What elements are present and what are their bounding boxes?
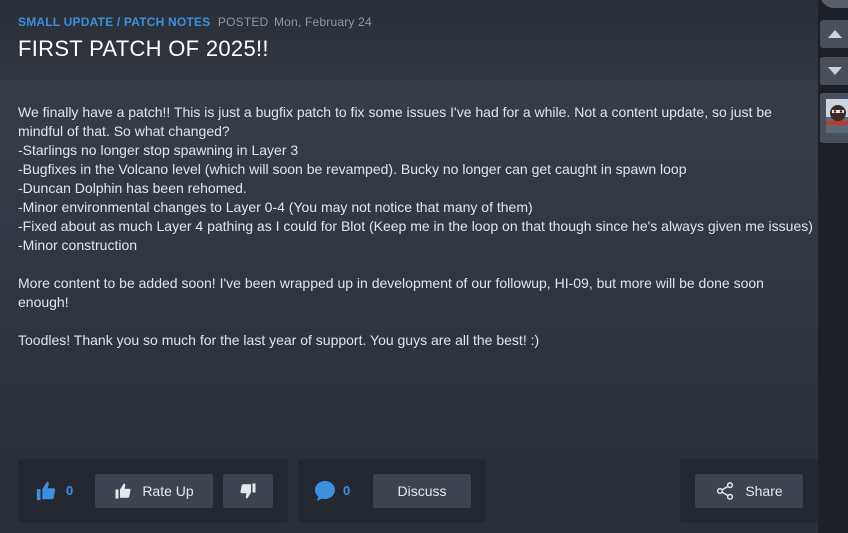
comment-box: 0 Discuss [298, 459, 486, 523]
body-line: -Minor construction [18, 237, 138, 253]
share-button[interactable]: Share [695, 474, 803, 508]
body-line: -Fixed about as much Layer 4 pathing as … [18, 218, 813, 234]
avatar-image [826, 99, 848, 133]
comment-bubble-icon [313, 479, 337, 503]
event-category[interactable]: SMALL UPDATE / PATCH NOTES [18, 15, 210, 29]
body-line: -Duncan Dolphin has been rehomed. [18, 180, 247, 196]
post-body: We finally have a patch!! This is just a… [18, 103, 813, 350]
body-line: -Bugfixes in the Volcano level (which wi… [18, 161, 687, 177]
body-line: -Starlings no longer stop spawning in La… [18, 142, 299, 158]
post-date: Mon, February 24 [273, 15, 372, 29]
rating-box: 0 Rate Up [18, 459, 288, 523]
body-paragraph: Toodles! Thank you so much for the last … [18, 332, 540, 348]
comment-count: 0 [343, 483, 351, 498]
scroll-down-button[interactable] [820, 57, 848, 85]
posted-label: POSTED [217, 15, 269, 29]
thumbs-up-icon [114, 482, 132, 500]
share-label: Share [745, 483, 783, 499]
triangle-down-icon [828, 67, 842, 75]
rate-down-button[interactable] [223, 474, 273, 508]
rate-up-label: Rate Up [142, 483, 194, 499]
scroll-up-button[interactable] [820, 20, 848, 48]
event-header: SMALL UPDATE / PATCH NOTES POSTED Mon, F… [0, 0, 818, 80]
body-line: -Minor environmental changes to Layer 0-… [18, 199, 533, 215]
discuss-button[interactable]: Discuss [373, 474, 471, 508]
avatar-thumbnail[interactable] [820, 93, 848, 143]
rate-count: 0 [66, 483, 74, 498]
thumbs-up-icon [35, 480, 57, 502]
share-box: Share [680, 459, 818, 523]
discuss-label: Discuss [397, 483, 447, 499]
body-line: We finally have a patch!! This is just a… [18, 104, 772, 139]
page-title: FIRST PATCH OF 2025!! [18, 36, 269, 61]
triangle-up-icon [828, 30, 842, 38]
share-icon [715, 481, 735, 501]
thumbs-down-icon [239, 482, 257, 500]
rate-up-button[interactable]: Rate Up [95, 474, 213, 508]
body-paragraph: More content to be added soon! I've been… [18, 275, 764, 310]
event-meta: SMALL UPDATE / PATCH NOTES POSTED Mon, F… [18, 15, 372, 29]
